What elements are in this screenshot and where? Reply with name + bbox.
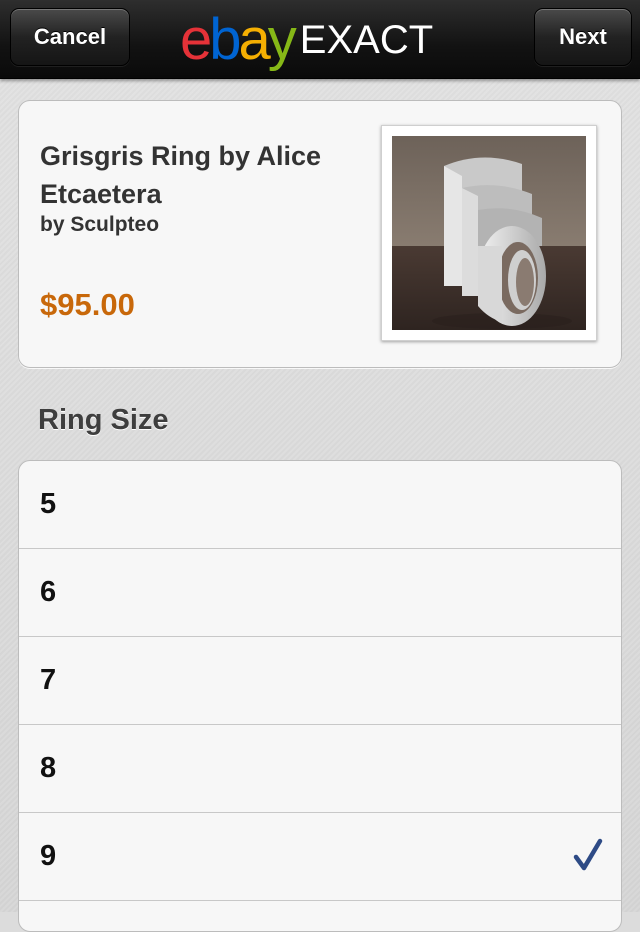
product-seller: by Sculpteo xyxy=(40,213,160,236)
ring-photo xyxy=(392,136,586,330)
logo-letter-e: e xyxy=(180,7,212,72)
size-label: 9 xyxy=(40,840,57,872)
logo-letter-y: y xyxy=(267,7,297,72)
ring-size-list: 5 6 7 8 9 xyxy=(18,460,622,932)
ebay-wordmark: ebay xyxy=(180,7,297,72)
logo-letter-a: a xyxy=(238,7,271,72)
ebay-exact-logo: ebay EXACT xyxy=(180,4,433,70)
size-option-5[interactable]: 5 xyxy=(19,461,621,549)
size-option-8[interactable]: 8 xyxy=(19,725,621,813)
ring-size-heading: Ring Size xyxy=(38,404,169,436)
product-card: Grisgris Ring by Alice Etcaetera by Scul… xyxy=(18,100,622,368)
logo-suffix: EXACT xyxy=(299,18,434,62)
checkmark-icon xyxy=(573,837,603,873)
size-option-9[interactable]: 9 xyxy=(19,813,621,901)
size-label: 8 xyxy=(40,752,57,784)
size-option-6[interactable]: 6 xyxy=(19,549,621,637)
cancel-button[interactable]: Cancel xyxy=(10,8,130,66)
navigation-bar: Cancel ebay EXACT Next xyxy=(0,0,640,79)
size-label: 5 xyxy=(40,488,57,520)
next-button[interactable]: Next xyxy=(534,8,632,66)
product-price: $95.00 xyxy=(40,287,135,322)
size-label: 6 xyxy=(40,576,57,608)
logo-letter-b: b xyxy=(209,7,241,72)
product-image-frame[interactable] xyxy=(381,125,597,341)
product-title: Grisgris Ring by Alice Etcaetera xyxy=(40,141,322,209)
size-label: 7 xyxy=(40,664,57,696)
size-option-7[interactable]: 7 xyxy=(19,637,621,725)
